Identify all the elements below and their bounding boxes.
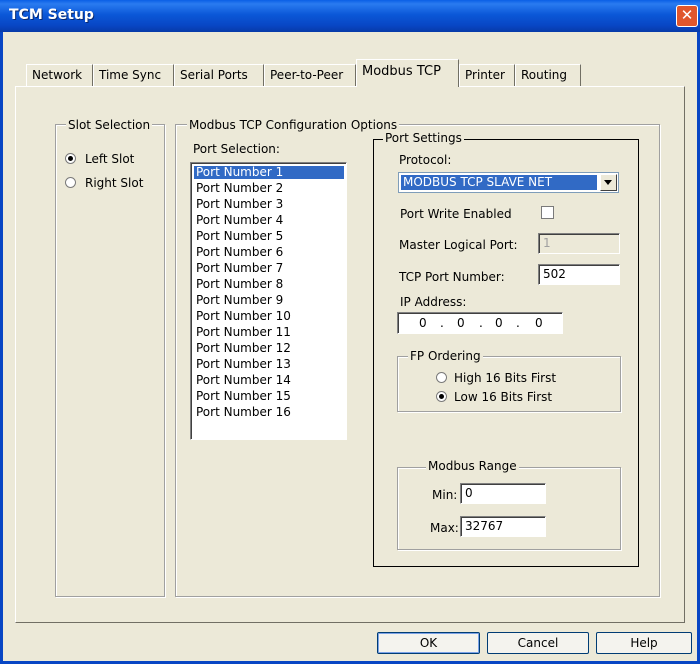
cancel-button[interactable]: Cancel	[487, 632, 589, 654]
right-slot-radio[interactable]	[65, 177, 76, 188]
list-item[interactable]: Port Number 5	[194, 230, 344, 243]
protocol-value: MODBUS TCP SLAVE NET	[401, 175, 597, 190]
tab-peer-to-peer[interactable]: Peer-to-Peer	[264, 64, 356, 86]
ip-octet-2[interactable]: 0	[457, 314, 465, 333]
list-item[interactable]: Port Number 1	[194, 166, 344, 179]
title-bar[interactable]: TCM Setup ✕	[0, 0, 700, 32]
master-logical-port-field: 1	[538, 233, 620, 254]
left-slot-label: Left Slot	[85, 152, 135, 166]
tab-network[interactable]: Network	[26, 64, 93, 86]
chevron-down-icon[interactable]	[600, 174, 617, 191]
list-item[interactable]: Port Number 2	[194, 182, 344, 195]
tcp-port-number-label: TCP Port Number:	[399, 270, 505, 284]
list-item[interactable]: Port Number 16	[194, 406, 344, 419]
modbus-range-title: Modbus Range	[426, 459, 519, 473]
tab-modbus-tcp[interactable]: Modbus TCP	[356, 59, 459, 87]
help-button[interactable]: Help	[596, 632, 692, 654]
list-item[interactable]: Port Number 13	[194, 358, 344, 371]
max-label: Max:	[430, 521, 459, 535]
list-item[interactable]: Port Number 8	[194, 278, 344, 291]
ip-dot: .	[479, 316, 483, 330]
low-16-bits-label: Low 16 Bits First	[454, 390, 553, 404]
master-logical-port-label: Master Logical Port:	[399, 238, 518, 252]
list-item[interactable]: Port Number 11	[194, 326, 344, 339]
modbus-range-group	[397, 467, 621, 550]
ip-dot: .	[440, 316, 444, 330]
port-list[interactable]: Port Number 1 Port Number 2 Port Number …	[190, 162, 347, 440]
ip-dot: .	[516, 316, 520, 330]
list-item[interactable]: Port Number 7	[194, 262, 344, 275]
protocol-select[interactable]: MODBUS TCP SLAVE NET	[398, 172, 619, 193]
tcp-port-number-field[interactable]: 502	[538, 264, 620, 285]
high-16-bits-radio[interactable]	[436, 372, 447, 383]
max-field[interactable]: 32767	[460, 516, 546, 537]
min-field[interactable]: 0	[460, 483, 546, 504]
tab-serial-ports[interactable]: Serial Ports	[174, 64, 264, 86]
left-slot-radio[interactable]	[65, 153, 76, 164]
port-settings-title: Port Settings	[383, 131, 464, 145]
slot-selection-group	[55, 124, 165, 597]
modbus-config-title: Modbus TCP Configuration Options	[187, 118, 400, 132]
tab-printer[interactable]: Printer	[459, 64, 515, 86]
port-selection-label: Port Selection:	[193, 142, 280, 156]
ip-octet-3[interactable]: 0	[495, 314, 503, 333]
tab-time-sync[interactable]: Time Sync	[93, 64, 174, 86]
list-item[interactable]: Port Number 9	[194, 294, 344, 307]
ip-octet-1[interactable]: 0	[419, 314, 427, 333]
ip-octet-4[interactable]: 0	[535, 314, 543, 333]
list-item[interactable]: Port Number 15	[194, 390, 344, 403]
min-label: Min:	[432, 488, 458, 502]
window-frame-left	[0, 32, 3, 664]
list-item[interactable]: Port Number 6	[194, 246, 344, 259]
close-icon: ✕	[680, 6, 694, 24]
port-write-enabled-label: Port Write Enabled	[400, 207, 512, 221]
list-item[interactable]: Port Number 10	[194, 310, 344, 323]
fp-ordering-title: FP Ordering	[408, 349, 483, 363]
slot-selection-title: Slot Selection	[66, 118, 153, 132]
port-write-enabled-checkbox[interactable]	[541, 206, 554, 219]
low-16-bits-radio[interactable]	[436, 391, 447, 402]
ip-address-label: IP Address:	[400, 295, 467, 309]
list-item[interactable]: Port Number 4	[194, 214, 344, 227]
window-title: TCM Setup	[9, 7, 94, 23]
high-16-bits-label: High 16 Bits First	[454, 371, 557, 385]
protocol-label: Protocol:	[399, 153, 452, 167]
list-item[interactable]: Port Number 14	[194, 374, 344, 387]
close-button[interactable]: ✕	[676, 5, 698, 27]
list-item[interactable]: Port Number 12	[194, 342, 344, 355]
ip-address-field[interactable]: 0 . 0 . 0 . 0	[397, 312, 563, 334]
tab-routing[interactable]: Routing	[515, 64, 581, 86]
ok-button[interactable]: OK	[377, 632, 480, 654]
list-item[interactable]: Port Number 3	[194, 198, 344, 211]
tcm-setup-window: TCM Setup ✕ Network Time Sync Serial Por…	[0, 0, 700, 664]
right-slot-label: Right Slot	[85, 176, 144, 190]
